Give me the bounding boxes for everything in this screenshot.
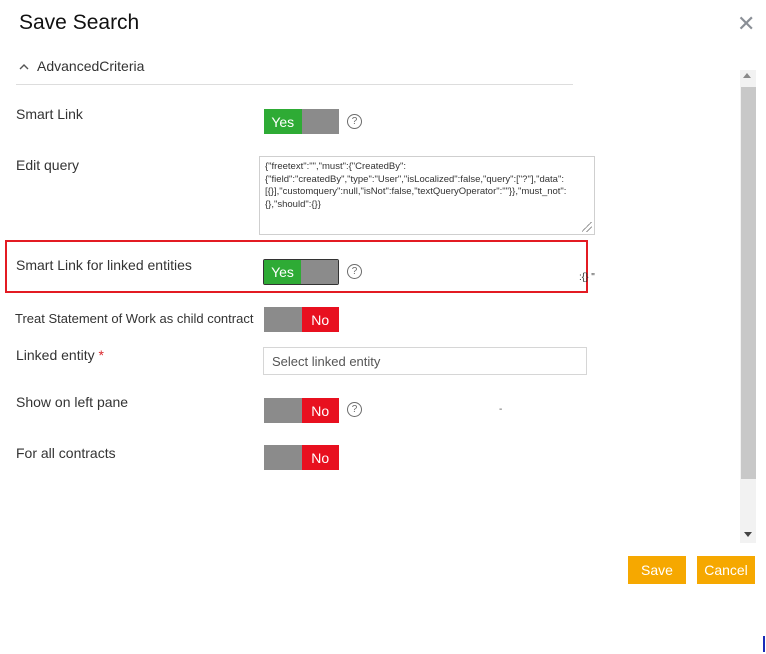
help-icon[interactable]: ? bbox=[347, 264, 362, 279]
smart-link-toggle[interactable]: Yes bbox=[264, 109, 339, 134]
for-all-contracts-toggle[interactable]: No bbox=[264, 445, 339, 470]
toggle-yes-label: Yes bbox=[264, 260, 301, 284]
section-title: AdvancedCriteria bbox=[37, 58, 145, 74]
for-all-contracts-label: For all contracts bbox=[16, 445, 116, 461]
close-icon[interactable]: ✕ bbox=[737, 13, 755, 35]
smart-link-linked-label: Smart Link for linked entities bbox=[16, 257, 192, 273]
stray-text: :{} " bbox=[579, 272, 595, 283]
help-icon[interactable]: ? bbox=[347, 114, 362, 129]
stray-dash: - bbox=[499, 404, 503, 415]
scroll-down-arrow-icon[interactable] bbox=[744, 532, 752, 537]
linked-entity-select[interactable]: Select linked entity bbox=[263, 347, 587, 375]
cancel-button[interactable]: Cancel bbox=[697, 556, 755, 584]
toggle-no-label: No bbox=[301, 307, 339, 332]
vertical-scrollbar[interactable] bbox=[740, 70, 756, 543]
toggle-off-segment bbox=[264, 445, 302, 470]
edit-query-label: Edit query bbox=[16, 157, 80, 173]
toggle-off-segment bbox=[301, 260, 338, 284]
toggle-no-label: No bbox=[301, 445, 339, 470]
help-icon[interactable]: ? bbox=[347, 402, 362, 417]
advanced-criteria-header[interactable]: AdvancedCriteria bbox=[19, 58, 144, 74]
show-left-pane-label: Show on left pane bbox=[16, 394, 129, 410]
linked-entity-label: Linked entity * bbox=[16, 347, 104, 363]
edit-query-textarea[interactable]: {"freetext":"","must":{"CreatedBy":{"fie… bbox=[259, 156, 595, 235]
save-button[interactable]: Save bbox=[628, 556, 686, 584]
smart-link-linked-toggle[interactable]: Yes bbox=[263, 259, 339, 285]
toggle-no-label: No bbox=[301, 398, 339, 423]
section-divider bbox=[16, 84, 573, 85]
toggle-off-segment bbox=[301, 109, 339, 134]
toggle-off-segment bbox=[264, 398, 302, 423]
resize-handle-icon[interactable] bbox=[582, 222, 592, 232]
toggle-yes-label: Yes bbox=[264, 109, 302, 134]
scrollbar-thumb[interactable] bbox=[741, 87, 756, 479]
show-left-pane-toggle[interactable]: No bbox=[264, 398, 339, 423]
dialog-title: Save Search bbox=[19, 11, 140, 34]
chevron-up-icon bbox=[19, 59, 29, 73]
treat-sow-label: Treat Statement of Work as child contrac… bbox=[15, 311, 254, 326]
toggle-off-segment bbox=[264, 307, 302, 332]
required-marker: * bbox=[98, 347, 104, 363]
smart-link-label: Smart Link bbox=[16, 106, 83, 122]
text-cursor bbox=[763, 636, 765, 652]
scroll-up-arrow-icon[interactable] bbox=[743, 73, 751, 78]
treat-sow-toggle[interactable]: No bbox=[264, 307, 339, 332]
edit-query-text: {"freetext":"","must":{"CreatedBy":{"fie… bbox=[265, 161, 567, 210]
